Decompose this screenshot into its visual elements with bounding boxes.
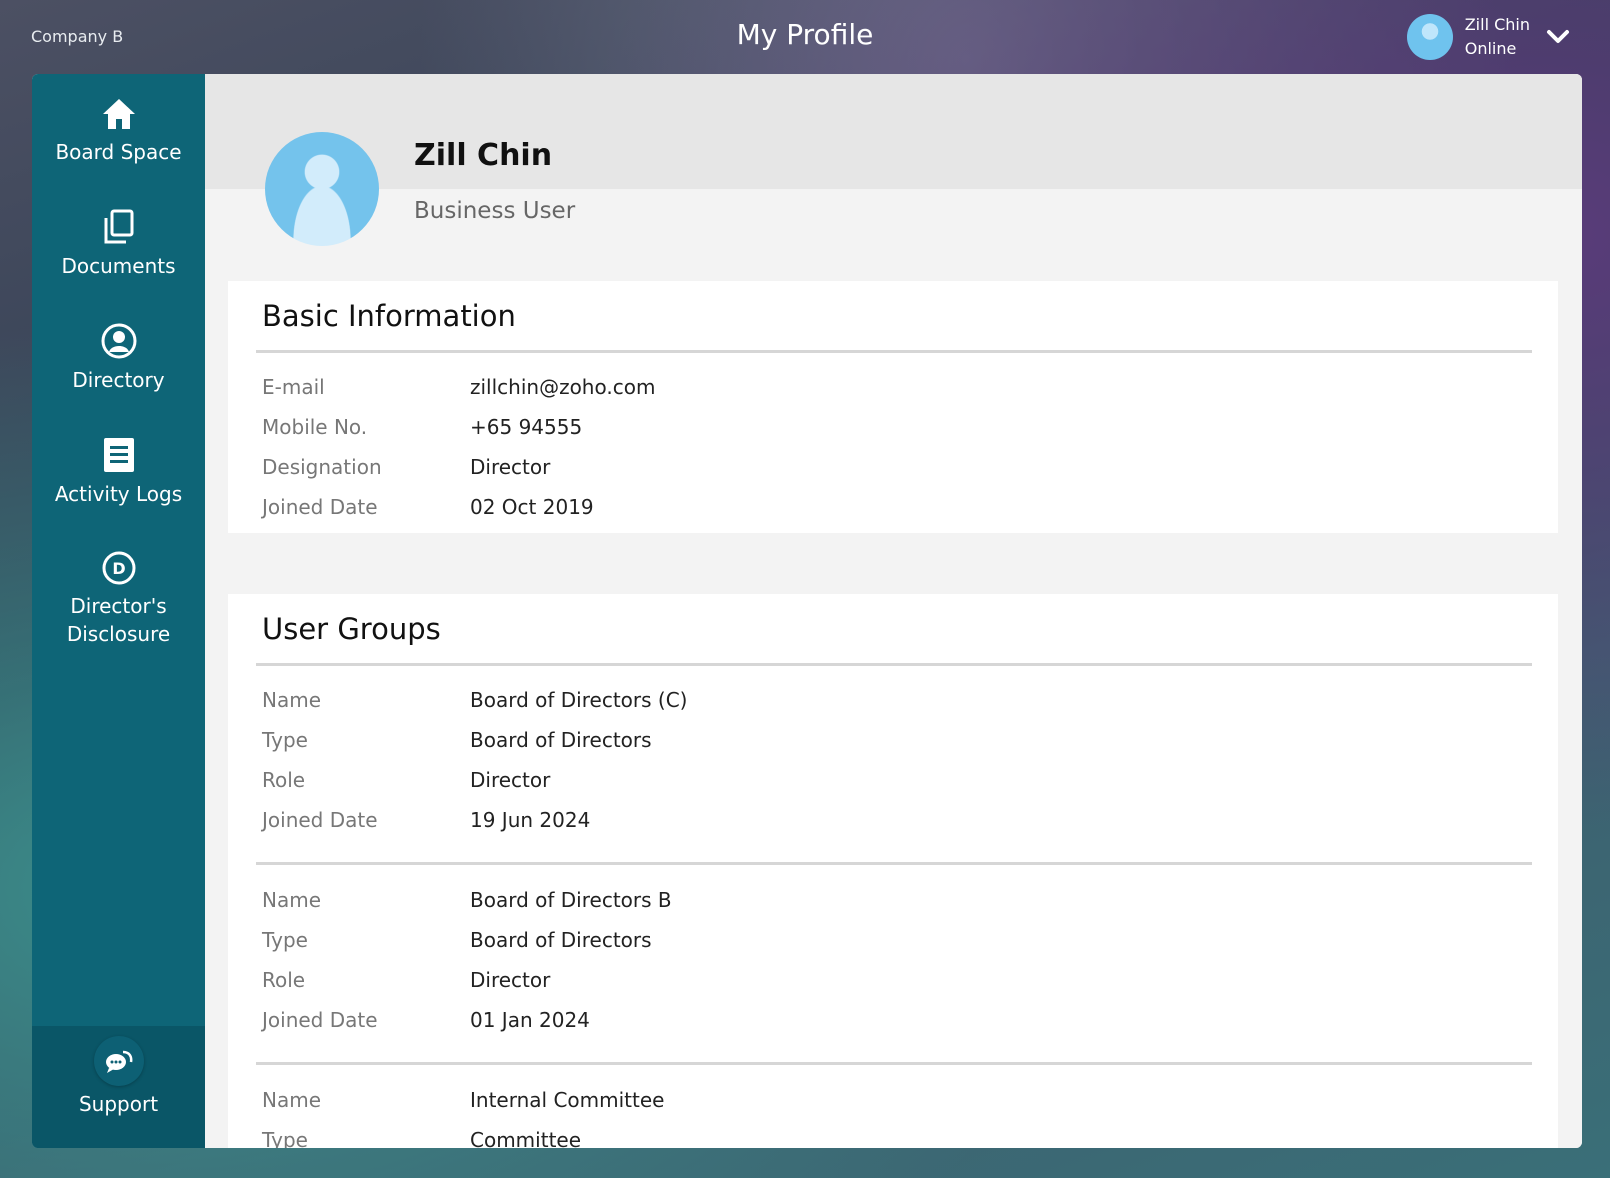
group-row: Role Director: [262, 768, 1462, 798]
sidebar: Board Space Documents Directory Activity…: [32, 74, 205, 1148]
sidebar-item-label: Activity Logs: [54, 482, 183, 506]
svg-text:D: D: [112, 559, 125, 578]
info-row: Designation Director: [262, 455, 1462, 485]
list-icon: [103, 438, 134, 472]
support-icon: [93, 1036, 144, 1086]
user-status: Online: [1464, 39, 1517, 58]
user-meta: Zill Chin Online: [1465, 13, 1530, 61]
group-label: Name: [262, 688, 322, 712]
group-value: Board of Directors: [470, 928, 652, 952]
divider: [256, 1062, 1532, 1065]
home-icon: [102, 99, 135, 129]
group-label: Name: [262, 888, 322, 912]
info-label: Joined Date: [262, 495, 378, 519]
group-row: Joined Date 19 Jun 2024: [262, 808, 1462, 838]
sidebar-item-activity-logs[interactable]: Activity Logs: [32, 436, 205, 508]
profile-name: Zill Chin: [414, 138, 553, 173]
group-label: Type: [262, 1128, 308, 1148]
group-row: Joined Date 01 Jan 2024: [262, 1008, 1462, 1038]
sidebar-item-label: Directory: [72, 368, 165, 392]
sidebar-item-board-space[interactable]: Board Space: [32, 96, 205, 166]
profile-content[interactable]: Zill Chin Business User Basic Informatio…: [205, 74, 1582, 1148]
joined-date-value: 02 Oct 2019: [470, 495, 594, 519]
sidebar-item-directors-disclosure[interactable]: D Director's Disclosure: [32, 550, 205, 648]
user-menu[interactable]: Zill Chin Online: [1406, 12, 1570, 62]
avatar[interactable]: [1406, 14, 1453, 60]
group-label: Type: [262, 928, 308, 952]
group-value: Committee: [470, 1128, 582, 1148]
sidebar-item-directory[interactable]: Directory: [32, 322, 205, 394]
info-label: Designation: [262, 455, 382, 479]
user-circle-icon: [101, 323, 136, 359]
support-button[interactable]: Support: [32, 1026, 205, 1148]
support-label: Support: [78, 1092, 159, 1116]
group-label: Role: [262, 768, 306, 792]
user-groups-card: User Groups Name Board of Directors (C) …: [228, 594, 1558, 1148]
section-title: Basic Information: [262, 299, 516, 333]
info-row: Mobile No. +65 94555: [262, 415, 1462, 445]
email-value[interactable]: zillchin@zoho.com: [470, 375, 655, 399]
group-label: Type: [262, 728, 308, 752]
group-value: 19 Jun 2024: [470, 808, 591, 832]
sidebar-item-documents[interactable]: Documents: [32, 208, 205, 280]
user-name: Zill Chin: [1464, 15, 1530, 34]
documents-icon: [104, 209, 133, 244]
chevron-down-icon[interactable]: [1546, 29, 1570, 45]
group-value: Internal Committee: [470, 1088, 665, 1112]
divider: [256, 350, 1532, 353]
group-label: Name: [262, 1088, 322, 1112]
d-circle-icon: D: [102, 551, 135, 585]
group-row: Role Director: [262, 968, 1462, 998]
profile-header-band: [205, 74, 1582, 189]
group-value: Director: [470, 968, 551, 992]
sidebar-item-label: Board Space: [55, 140, 182, 164]
divider: [256, 862, 1532, 865]
info-label: E-mail: [262, 375, 325, 399]
mobile-value: +65 94555: [470, 415, 583, 439]
info-label: Mobile No.: [262, 415, 368, 439]
group-row: Name Board of Directors (C): [262, 688, 1462, 718]
page-title: My Profile: [736, 18, 874, 51]
group-label: Joined Date: [262, 808, 378, 832]
sidebar-item-label: Director's Disclosure: [66, 594, 171, 646]
basic-info-card: Basic Information E-mail zillchin@zoho.c…: [228, 281, 1558, 533]
section-title: User Groups: [262, 612, 441, 646]
app-window: Board Space Documents Directory Activity…: [32, 74, 1582, 1148]
group-value: Board of Directors: [470, 728, 652, 752]
group-row: Type Board of Directors: [262, 928, 1462, 958]
group-value: Board of Directors B: [470, 888, 672, 912]
top-bar: Company B My Profile Zill Chin Online: [0, 0, 1610, 74]
designation-value: Director: [470, 455, 551, 479]
divider: [256, 663, 1532, 666]
group-row: Name Internal Committee: [262, 1088, 1462, 1118]
group-row: Type Board of Directors: [262, 728, 1462, 758]
profile-avatar: [265, 132, 379, 246]
sidebar-item-label: Documents: [61, 254, 176, 278]
info-row: E-mail zillchin@zoho.com: [262, 375, 1462, 405]
profile-role: Business User: [414, 198, 576, 224]
group-value: 01 Jan 2024: [470, 1008, 590, 1032]
group-label: Joined Date: [262, 1008, 378, 1032]
info-row: Joined Date 02 Oct 2019: [262, 495, 1462, 525]
group-value: Director: [470, 768, 551, 792]
group-value: Board of Directors (C): [470, 688, 688, 712]
group-label: Role: [262, 968, 306, 992]
group-row: Type Committee: [262, 1128, 1462, 1148]
group-row: Name Board of Directors B: [262, 888, 1462, 918]
